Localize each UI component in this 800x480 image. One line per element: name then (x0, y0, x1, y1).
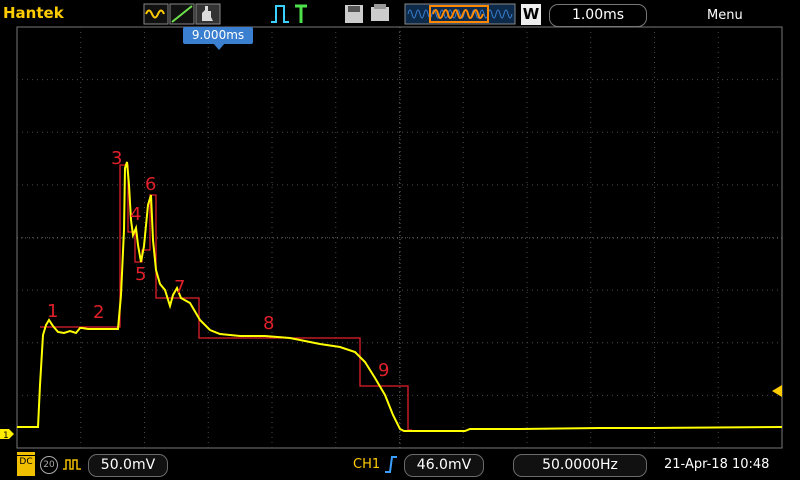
annotation-2: 2 (93, 302, 104, 323)
volts-div-display[interactable]: 50.0mV (88, 454, 168, 477)
trigger-position-tag[interactable]: 9.000ms (183, 27, 253, 44)
annotation-4: 4 (130, 204, 141, 225)
svg-text:1: 1 (3, 431, 9, 441)
scope-screen: 1 1 2 3 4 5 6 7 8 9 (0, 26, 783, 449)
trigger-level-display[interactable]: 46.0mV (404, 454, 484, 477)
annotation-6: 6 (145, 174, 156, 195)
annotation-1: 1 (47, 301, 58, 322)
graticule (17, 27, 782, 448)
ch1-coupling-badge[interactable]: DC (17, 452, 35, 476)
status-bar: DC 20 50.0mV CH1 46.0mV 50.0000Hz 21-Apr… (0, 449, 800, 480)
annotation-5: 5 (135, 264, 146, 285)
acquire-mode-icon (63, 459, 81, 470)
annotation-7: 7 (174, 277, 185, 298)
bandwidth-limit-icon: 20 (40, 456, 58, 474)
trigger-source-label: CH1 (353, 457, 381, 472)
trigger-position-arrow (213, 43, 225, 50)
annotation-3: 3 (111, 148, 122, 169)
datetime-display: 21-Apr-18 10:48 (664, 457, 770, 472)
ch1-ground-marker: 1 (0, 429, 14, 441)
annotation-step-overlay (40, 164, 412, 431)
annotation-8: 8 (263, 313, 274, 334)
rising-edge-icon (385, 456, 397, 473)
frequency-display: 50.0000Hz (513, 454, 647, 477)
annotation-9: 9 (378, 360, 389, 381)
